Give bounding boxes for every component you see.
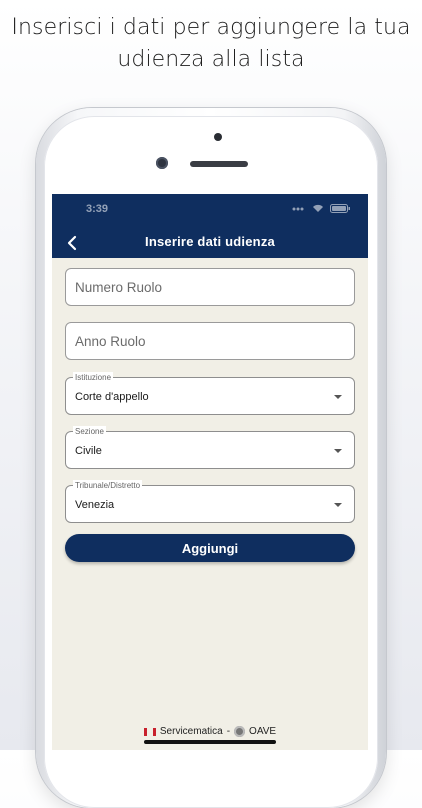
anno-ruolo-input[interactable] — [66, 323, 354, 359]
earpiece-speaker — [190, 161, 248, 167]
tribunale-label: Tribunale/Distretto — [73, 480, 143, 491]
form-container: Istituzione Corte d'appello Sezione Civi… — [52, 258, 368, 750]
numero-ruolo-field — [65, 268, 355, 306]
headline-line-2: udienza alla lista — [117, 47, 305, 72]
sezione-value: Civile — [75, 445, 102, 457]
sezione-select[interactable]: Sezione Civile — [65, 426, 355, 469]
oave-seal-icon — [234, 726, 246, 737]
dropdown-arrow-icon — [334, 395, 342, 399]
home-indicator — [144, 740, 276, 744]
istituzione-value: Corte d'appello — [75, 391, 149, 403]
status-time: 3:39 — [86, 203, 109, 215]
footer-servicematica: Servicematica — [159, 726, 223, 737]
sezione-label: Sezione — [73, 426, 106, 437]
dropdown-arrow-icon — [334, 449, 342, 453]
headline: Inserisci i dati per aggiungere la tua u… — [0, 12, 422, 76]
istituzione-label: Istituzione — [73, 372, 114, 383]
tribunale-value: Venezia — [75, 499, 115, 511]
app-bar: Inserire dati udienza — [52, 228, 368, 258]
battery-icon — [330, 204, 350, 213]
page-title: Inserire dati udienza — [145, 234, 275, 249]
footer-separator: - — [226, 726, 231, 737]
dropdown-arrow-icon — [334, 503, 342, 507]
signal-icon — [292, 207, 304, 210]
footer: Servicematica - OAVE — [52, 726, 368, 737]
aggiungi-button[interactable]: Aggiungi — [65, 534, 355, 562]
front-camera — [156, 157, 168, 169]
istituzione-select[interactable]: Istituzione Corte d'appello — [65, 372, 355, 415]
wifi-icon — [313, 204, 323, 212]
status-bar: 3:39 — [52, 194, 368, 228]
status-icons — [292, 204, 350, 213]
headline-line-1: Inserisci i dati per aggiungere la tua — [11, 15, 411, 40]
app-screen: 3:39 Inserire dati udienza Numero Ruolo … — [52, 194, 368, 750]
numero-ruolo-input[interactable] — [66, 269, 354, 305]
footer-oave: OAVE — [249, 726, 277, 737]
proximity-sensor — [214, 133, 222, 141]
servicematica-logo-icon — [143, 727, 156, 736]
anno-ruolo-field — [65, 322, 355, 360]
tribunale-select[interactable]: Tribunale/Distretto Venezia — [65, 480, 355, 523]
